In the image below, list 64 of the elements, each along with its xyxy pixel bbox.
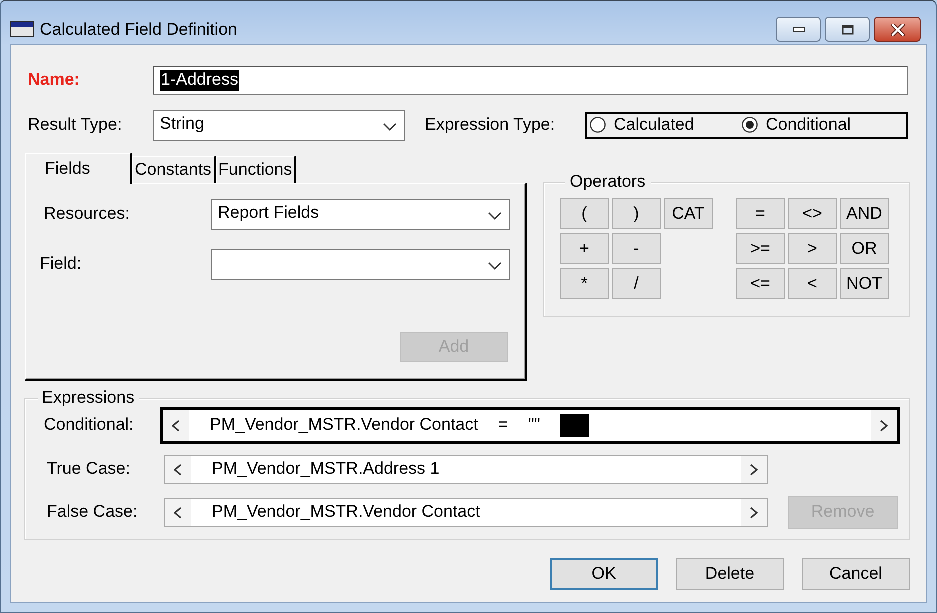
minimize-icon	[792, 27, 804, 32]
operator-button[interactable]: )	[612, 198, 661, 229]
operator-button[interactable]: /	[612, 268, 661, 299]
tab[interactable]: Fields	[25, 153, 132, 184]
scroll-left-button[interactable]	[165, 456, 191, 483]
chevron-down-icon	[488, 262, 502, 270]
field-label: Resources:	[44, 204, 131, 225]
resources-dropdown[interactable]: Report Fields	[211, 199, 510, 230]
chevron-right-icon	[880, 420, 888, 432]
operator-button[interactable]: =	[736, 198, 785, 229]
field-label: False Case:	[47, 502, 139, 523]
operator-button[interactable]: <=	[736, 268, 785, 299]
field-label: Expression Type:	[425, 115, 556, 136]
scroll-right-button[interactable]	[741, 499, 767, 526]
scroll-right-button[interactable]	[871, 410, 897, 441]
name-input[interactable]: 1-Address	[153, 66, 908, 95]
expression-field[interactable]: PM_Vendor_MSTR.Vendor Contact = ""	[160, 407, 900, 444]
dialog-button[interactable]: Delete	[676, 558, 784, 590]
tab[interactable]: Constants	[132, 156, 216, 183]
chevron-left-icon	[174, 506, 182, 518]
operator-button[interactable]: *	[560, 268, 609, 299]
scroll-right-button[interactable]	[741, 456, 767, 483]
operator-button[interactable]: -	[612, 233, 661, 264]
operator-button[interactable]: +	[560, 233, 609, 264]
operator-button[interactable]: >	[788, 233, 837, 264]
operator-button[interactable]: NOT	[840, 268, 889, 299]
dialog-button[interactable]: Cancel	[802, 558, 910, 590]
chevron-down-icon	[383, 122, 397, 130]
radio-option[interactable]: Conditional	[742, 115, 852, 136]
chevron-left-icon	[172, 420, 180, 432]
chevron-down-icon	[488, 212, 502, 220]
operator-button[interactable]: CAT	[664, 198, 713, 229]
tab[interactable]: Functions	[216, 156, 296, 183]
operator-button[interactable]: <	[788, 268, 837, 299]
group-title: Operators	[565, 172, 651, 192]
group-title: Expressions	[38, 388, 139, 408]
window-title: Calculated Field Definition	[40, 20, 238, 40]
maximize-icon	[842, 24, 854, 34]
operator-button[interactable]: OR	[840, 233, 889, 264]
scroll-left-button[interactable]	[165, 499, 191, 526]
chevron-left-icon	[174, 464, 182, 476]
chevron-right-icon	[750, 464, 758, 476]
chevron-right-icon	[750, 506, 758, 518]
field-label: Field:	[40, 254, 83, 275]
operator-button[interactable]: (	[560, 198, 609, 229]
scroll-left-button[interactable]	[163, 410, 189, 441]
dialog-button[interactable]: OK	[550, 558, 658, 590]
operator-button[interactable]: AND	[840, 198, 889, 229]
result-type-dropdown[interactable]: String	[153, 110, 405, 141]
field-dropdown[interactable]	[211, 249, 510, 280]
window-icon	[10, 21, 34, 37]
field-label: Result Type:	[28, 115, 124, 136]
radio-option[interactable]: Calculated	[590, 115, 742, 136]
maximize-button[interactable]	[825, 17, 870, 42]
close-icon	[890, 24, 904, 36]
field-label: True Case:	[47, 459, 132, 480]
operator-button[interactable]: <>	[788, 198, 837, 229]
name-label: Name:	[28, 70, 81, 91]
expression-field[interactable]: PM_Vendor_MSTR.Address 1	[164, 455, 768, 484]
close-button[interactable]	[874, 17, 921, 42]
operator-button[interactable]: >=	[736, 233, 785, 264]
expression-field[interactable]: PM_Vendor_MSTR.Vendor Contact	[164, 498, 768, 527]
minimize-button[interactable]	[776, 17, 821, 42]
field-label: Conditional:	[44, 415, 135, 436]
